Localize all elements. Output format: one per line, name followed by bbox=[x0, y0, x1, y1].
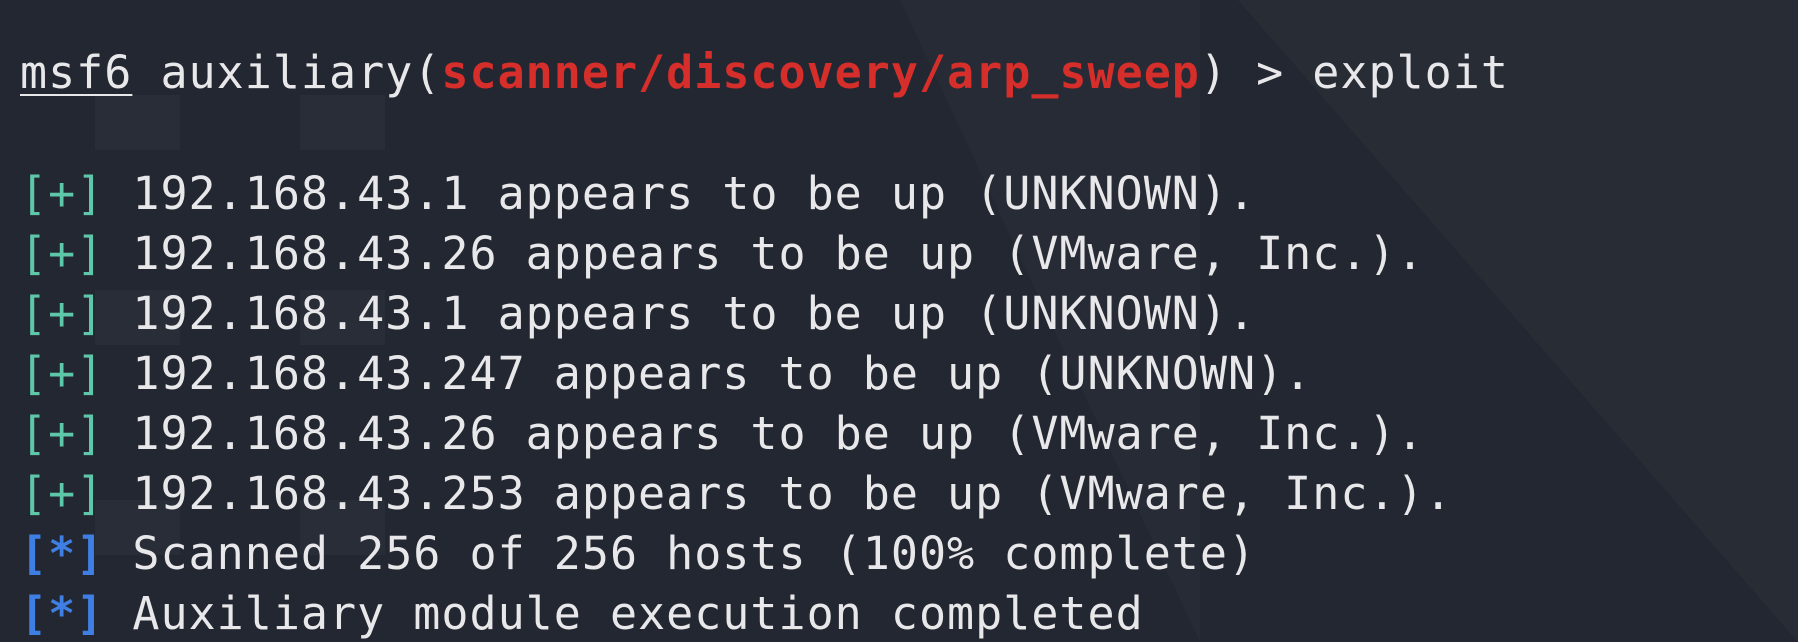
prompt-line: msf6 auxiliary(scanner/discovery/arp_swe… bbox=[20, 50, 1509, 95]
output-text: Auxiliary module execution completed bbox=[104, 587, 1144, 640]
status-marker: [*] bbox=[20, 587, 105, 640]
output-text: 192.168.43.26 appears to be up (VMware, … bbox=[104, 227, 1425, 280]
output-line: [+] 192.168.43.247 appears to be up (UNK… bbox=[20, 351, 1312, 396]
output-text: 192.168.43.1 appears to be up (UNKNOWN). bbox=[104, 167, 1257, 220]
success-marker: [+] bbox=[20, 407, 105, 460]
output-line: [+] 192.168.43.26 appears to be up (VMwa… bbox=[20, 411, 1425, 456]
output-line: [+] 192.168.43.253 appears to be up (VMw… bbox=[20, 471, 1453, 516]
prompt-module-name: scanner/discovery/arp_sweep bbox=[441, 46, 1200, 99]
terminal-window[interactable]: msf6 auxiliary(scanner/discovery/arp_swe… bbox=[0, 0, 1798, 642]
output-text: Scanned 256 of 256 hosts (100% complete) bbox=[104, 527, 1257, 580]
output-text: 192.168.43.247 appears to be up (UNKNOWN… bbox=[104, 347, 1313, 400]
success-marker: [+] bbox=[20, 167, 105, 220]
status-marker: [*] bbox=[20, 527, 105, 580]
success-marker: [+] bbox=[20, 287, 105, 340]
output-line: [+] 192.168.43.1 appears to be up (UNKNO… bbox=[20, 171, 1256, 216]
output-text: 192.168.43.26 appears to be up (VMware, … bbox=[104, 407, 1425, 460]
output-text: 192.168.43.253 appears to be up (VMware,… bbox=[104, 467, 1453, 520]
background-desktop-icon bbox=[300, 95, 385, 150]
output-line: [+] 192.168.43.26 appears to be up (VMwa… bbox=[20, 231, 1425, 276]
output-text: 192.168.43.1 appears to be up (UNKNOWN). bbox=[104, 287, 1257, 340]
success-marker: [+] bbox=[20, 347, 105, 400]
background-desktop-icon bbox=[95, 95, 180, 150]
output-line: [+] 192.168.43.1 appears to be up (UNKNO… bbox=[20, 291, 1256, 336]
success-marker: [+] bbox=[20, 467, 105, 520]
prompt-suffix: ) > bbox=[1199, 46, 1313, 99]
prompt-context: auxiliary( bbox=[132, 46, 442, 99]
success-marker: [+] bbox=[20, 227, 105, 280]
prompt-command: exploit bbox=[1312, 46, 1509, 99]
prompt-user: msf6 bbox=[20, 46, 133, 99]
output-line: [*] Auxiliary module execution completed bbox=[20, 591, 1144, 636]
output-line: [*] Scanned 256 of 256 hosts (100% compl… bbox=[20, 531, 1256, 576]
